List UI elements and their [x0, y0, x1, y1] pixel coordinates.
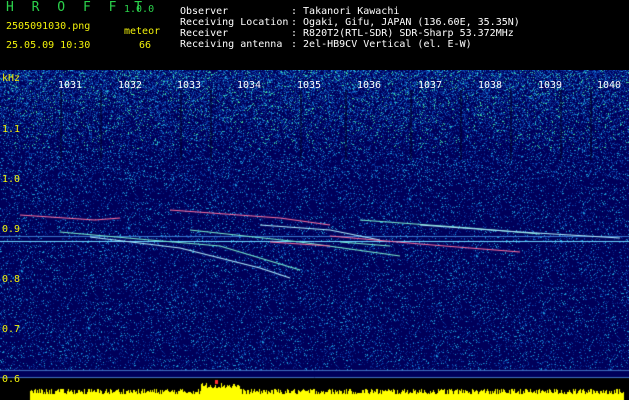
y-tick-label: 1.1 [2, 124, 21, 135]
meteor-count: 66 [139, 40, 152, 51]
receiver-label: Receiver [180, 28, 229, 39]
header-panel: H R O F F T 1.0.0 2505091030.png 25.05.0… [0, 0, 629, 70]
y-tick-label: 0.6 [2, 374, 21, 385]
x-tick-label: 1034 [237, 80, 262, 91]
x-tick-label: 1038 [478, 80, 503, 91]
location-label: Receiving Location [180, 17, 289, 28]
receiver-value: : R820T2(RTL-SDR) SDR-Sharp 53.372MHz [291, 28, 514, 39]
x-tick-label: 1033 [177, 80, 202, 91]
y-tick-label: 0.8 [2, 274, 21, 285]
antenna-value: : 2el-HB9CV Vertical (el. E-W) [291, 39, 472, 50]
spectrogram-plot [0, 70, 629, 400]
x-tick-label: 1035 [297, 80, 322, 91]
antenna-label: Receiving antenna [180, 39, 283, 50]
x-tick-label: 1037 [418, 80, 443, 91]
meteor-label: meteor [124, 26, 161, 37]
y-axis-unit: kHz [2, 73, 21, 84]
location-value: : Ogaki, Gifu, JAPAN (136.60E, 35.35N) [291, 17, 520, 28]
x-tick-label: 1031 [58, 80, 83, 91]
x-tick-label: 1039 [538, 80, 563, 91]
observer-label: Observer [180, 6, 229, 17]
observer-value: : Takanori Kawachi [291, 6, 400, 17]
y-tick-label: 1.0 [2, 174, 21, 185]
file-name: 2505091030.png [6, 21, 91, 32]
y-tick-label: 0.7 [2, 324, 21, 335]
x-tick-label: 1040 [597, 80, 622, 91]
app-version: 1.0.0 [124, 4, 155, 15]
observation-datetime: 25.05.09 10:30 [6, 40, 91, 51]
y-tick-label: 0.9 [2, 224, 21, 235]
x-tick-label: 1032 [118, 80, 143, 91]
x-tick-label: 1036 [357, 80, 382, 91]
